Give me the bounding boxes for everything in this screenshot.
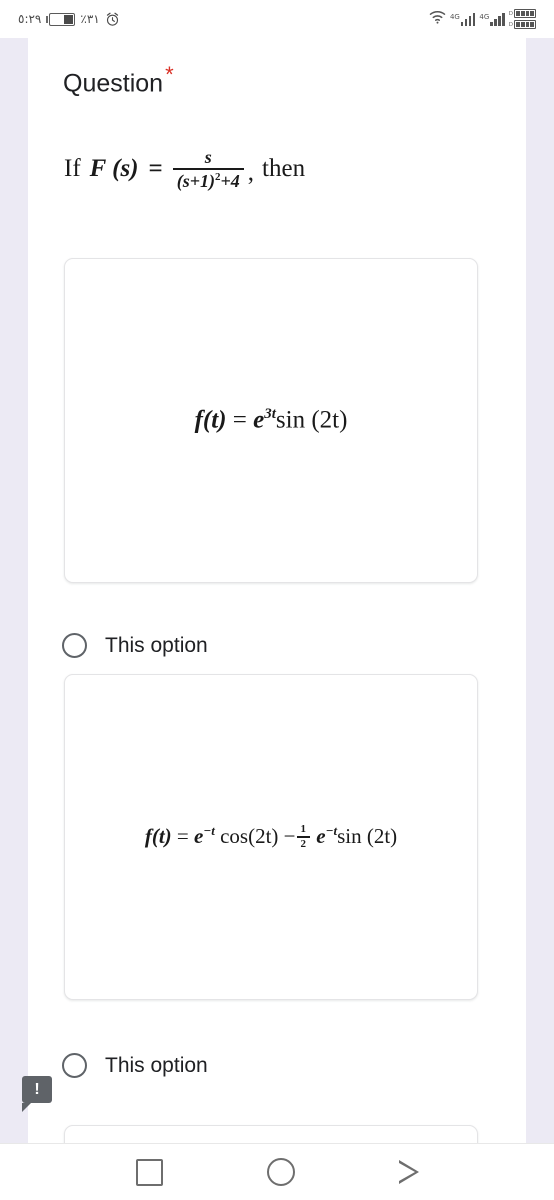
option-image-box-1[interactable]: f(t) = e3tsin (2t): [64, 258, 478, 583]
alarm-clock-icon: [105, 12, 120, 27]
phone-status-bar: ٥:٢٩ ٪٣١ 4G 4G D D: [0, 0, 554, 38]
radio-button-option-1[interactable]: [62, 633, 87, 658]
statement-prefix: If: [64, 155, 81, 183]
fraction-numerator: s: [204, 147, 212, 167]
statement-equals: =: [148, 155, 163, 183]
option-1-rhs: sin (2t): [275, 406, 348, 434]
sim-label-1: D: [508, 10, 513, 17]
half-denominator: 2: [300, 837, 307, 850]
fraction-denominator: (s+1)2+4: [176, 170, 240, 191]
option-2-sin-term: sin (2t): [337, 824, 398, 848]
alert-tooltip-badge[interactable]: !: [22, 1076, 52, 1112]
statement-comma: ,: [247, 158, 255, 186]
statement-fraction: s (s+1)2+4: [172, 147, 244, 191]
question-label: Question: [63, 69, 164, 98]
option-2-base-2: e: [316, 824, 326, 848]
option-2-half-fraction: 12: [296, 823, 310, 850]
option-2-lhs: f(t): [144, 824, 172, 848]
status-bar-left-group: ٥:٢٩ ٪٣١: [18, 12, 120, 27]
status-bar-clock: ٥:٢٩: [18, 12, 42, 26]
option-1-base: e: [253, 406, 265, 434]
radio-button-option-2[interactable]: [62, 1053, 87, 1078]
battery-percent-label: ٪٣١: [80, 12, 100, 26]
option-image-box-2[interactable]: f(t) = e−t cos(2t) −1 2 e−tsin (2t): [64, 674, 478, 1000]
tooltip-tail: [22, 1103, 31, 1112]
radio-label-option-2: This option: [105, 1053, 208, 1077]
status-bar-right-group: 4G 4G D D: [429, 9, 536, 29]
denominator-tail: +4: [220, 170, 240, 191]
tooltip-glyph: !: [34, 1080, 40, 1098]
network-type-label-sim2: 4G: [479, 12, 490, 21]
wifi-icon: [429, 10, 446, 29]
option-2-exponent-1: −t: [203, 823, 215, 838]
half-numerator: 1: [300, 823, 307, 836]
statement-function: F (s): [89, 155, 139, 183]
option-2-minus: −: [283, 824, 296, 848]
option-2-formula: f(t) = e−t cos(2t) −1 2 e−tsin (2t): [145, 823, 397, 851]
option-image-box-3[interactable]: [64, 1125, 478, 1144]
circle-home-icon[interactable]: [266, 1158, 295, 1186]
required-asterisk: *: [165, 62, 174, 87]
triangle-back-icon[interactable]: [398, 1160, 419, 1184]
question-statement: If F (s) = s (s+1)2+4 , then: [64, 148, 494, 191]
network-type-label-sim1: 4G: [449, 12, 460, 21]
question-form-card: Question* If F (s) = s (s+1)2+4 , then f…: [28, 38, 526, 1144]
sim-label-2: D: [508, 21, 513, 28]
option-radio-row-2[interactable]: This option: [62, 1053, 208, 1078]
option-1-equals: =: [232, 406, 247, 434]
option-2-base-1: e: [194, 824, 204, 848]
android-navigation-bar: [0, 1143, 554, 1200]
battery-icon: [46, 12, 76, 26]
option-1-lhs: f(t): [194, 406, 227, 434]
signal-strength-icon-sim2: 4G: [479, 12, 505, 26]
page-title: Question*: [63, 62, 174, 98]
option-2-cos-term: cos(2t): [220, 824, 279, 848]
radio-label-option-1: This option: [105, 633, 208, 657]
option-1-formula: f(t) = e3tsin (2t): [195, 406, 348, 434]
option-1-exponent: 3t: [264, 406, 276, 423]
sim-battery-icon-2: [514, 20, 536, 29]
tooltip-bubble: !: [22, 1076, 52, 1103]
sim-battery-icon-1: [514, 9, 536, 18]
option-radio-row-1[interactable]: This option: [62, 633, 208, 658]
square-recents-icon[interactable]: [135, 1158, 163, 1186]
option-2-exponent-2: −t: [325, 823, 338, 838]
option-2-equals: =: [176, 824, 189, 848]
statement-suffix: then: [262, 155, 306, 183]
dual-sim-battery-icons: D D: [509, 9, 536, 29]
signal-strength-icon-sim1: 4G: [449, 12, 476, 26]
